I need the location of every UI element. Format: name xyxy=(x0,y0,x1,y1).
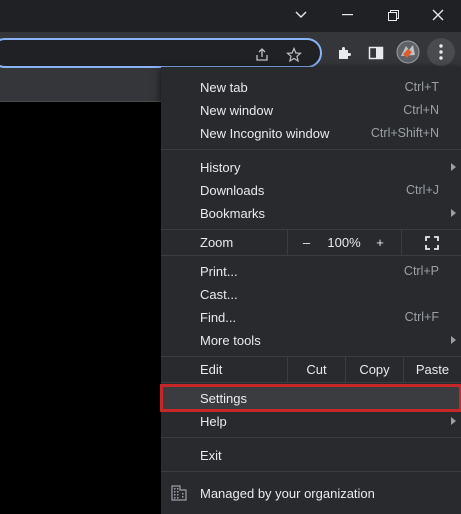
building-icon xyxy=(171,485,187,501)
menu-item-cast[interactable]: Cast... xyxy=(161,283,461,306)
menu-item-new-window[interactable]: New window Ctrl+N xyxy=(161,99,461,122)
zoom-value: 100% xyxy=(327,235,361,250)
side-panel-icon[interactable] xyxy=(364,41,388,65)
minus-icon: – xyxy=(302,235,311,250)
shortcut-label: Ctrl+T xyxy=(404,80,439,94)
close-button[interactable] xyxy=(415,0,461,30)
shortcut-label: Ctrl+N xyxy=(403,103,439,117)
paste-button[interactable]: Paste xyxy=(403,357,461,382)
menu-item-label: New window xyxy=(200,103,273,118)
menu-separator xyxy=(161,149,461,150)
menu-item-label: New tab xyxy=(200,80,248,95)
menu-item-history[interactable]: History xyxy=(161,156,461,179)
cut-button[interactable]: Cut xyxy=(287,357,345,382)
submenu-arrow-icon xyxy=(451,336,456,344)
profile-avatar[interactable] xyxy=(395,39,421,65)
menu-item-label: Exit xyxy=(200,448,222,463)
bookmark-star-icon[interactable] xyxy=(284,45,304,65)
menu-item-label: New Incognito window xyxy=(200,126,330,141)
menu-item-label: Find... xyxy=(200,310,237,325)
zoom-row: Zoom – 100% + xyxy=(161,229,461,256)
close-icon xyxy=(432,9,444,21)
menu-item-new-tab[interactable]: New tab Ctrl+T xyxy=(161,76,461,99)
menu-item-label: Print... xyxy=(200,264,238,279)
shortcut-label: Ctrl+F xyxy=(404,310,439,324)
menu-item-label: Managed by your organization xyxy=(200,486,375,501)
title-bar xyxy=(0,0,461,32)
zoom-out-button[interactable]: – xyxy=(287,230,325,255)
tab-search-button[interactable] xyxy=(278,0,324,30)
minimize-button[interactable] xyxy=(324,0,370,30)
menu-item-more-tools[interactable]: More tools xyxy=(161,329,461,352)
paste-label: Paste xyxy=(415,362,450,377)
fullscreen-button[interactable] xyxy=(401,230,461,255)
copy-button[interactable]: Copy xyxy=(345,357,403,382)
menu-item-label: More tools xyxy=(200,333,261,348)
address-bar[interactable] xyxy=(0,38,322,68)
menu-item-label: Downloads xyxy=(200,183,265,198)
plus-icon: + xyxy=(376,235,384,250)
restore-icon xyxy=(387,9,399,21)
zoom-in-button[interactable]: + xyxy=(363,230,397,255)
three-dots-vertical-icon xyxy=(439,44,443,60)
submenu-arrow-icon xyxy=(451,417,456,425)
chrome-main-menu: New tab Ctrl+T New window Ctrl+N New Inc… xyxy=(160,67,461,514)
shortcut-label: Ctrl+J xyxy=(406,183,439,197)
copy-label: Copy xyxy=(359,362,390,377)
restore-button[interactable] xyxy=(370,0,416,30)
share-icon[interactable] xyxy=(252,45,272,65)
menu-item-downloads[interactable]: Downloads Ctrl+J xyxy=(161,179,461,202)
menu-item-print[interactable]: Print... Ctrl+P xyxy=(161,260,461,283)
extensions-icon[interactable] xyxy=(332,41,356,65)
cut-label: Cut xyxy=(306,362,327,377)
menu-separator xyxy=(161,437,461,438)
menu-item-label: Settings xyxy=(200,391,247,406)
avatar-icon xyxy=(396,40,420,64)
submenu-arrow-icon xyxy=(451,209,456,217)
menu-item-label: Bookmarks xyxy=(200,206,266,221)
menu-item-label: Help xyxy=(200,414,227,429)
chrome-menu-button[interactable] xyxy=(427,38,455,66)
menu-separator xyxy=(161,471,461,472)
chevron-down-icon xyxy=(295,11,307,18)
zoom-label: Zoom xyxy=(200,235,234,250)
edit-label: Edit xyxy=(200,362,223,377)
menu-item-find[interactable]: Find... Ctrl+F xyxy=(161,306,461,329)
shortcut-label: Ctrl+Shift+N xyxy=(370,126,439,140)
zoom-level: 100% xyxy=(325,230,363,255)
shortcut-label: Ctrl+P xyxy=(403,264,439,278)
menu-item-new-incognito-window[interactable]: New Incognito window Ctrl+Shift+N xyxy=(161,122,461,145)
minimize-icon xyxy=(341,14,353,16)
menu-item-label: History xyxy=(200,160,241,175)
menu-item-bookmarks[interactable]: Bookmarks xyxy=(161,202,461,225)
menu-item-managed-by-organization[interactable]: Managed by your organization xyxy=(161,482,461,505)
submenu-arrow-icon xyxy=(451,163,456,171)
fullscreen-icon xyxy=(424,235,439,250)
menu-item-label: Cast... xyxy=(200,287,238,302)
menu-item-help[interactable]: Help xyxy=(161,410,461,433)
menu-item-exit[interactable]: Exit xyxy=(161,444,461,467)
menu-item-settings[interactable]: Settings xyxy=(160,384,461,412)
edit-row: Edit Cut Copy Paste xyxy=(161,356,461,383)
